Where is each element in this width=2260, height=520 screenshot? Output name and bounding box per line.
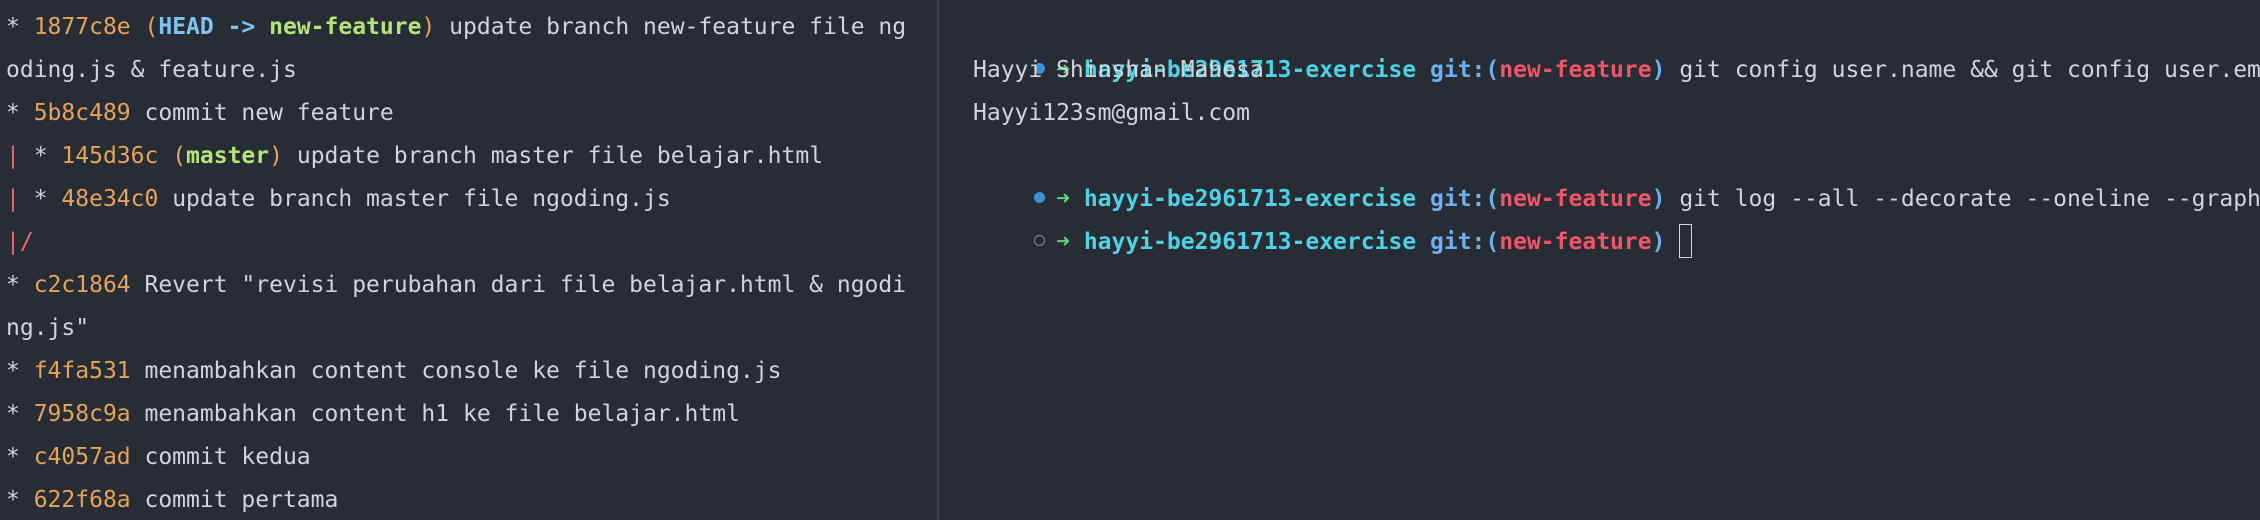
graph-symbol: * <box>6 487 34 513</box>
commit-hash: 5b8c489 <box>33 100 131 126</box>
commit-message: update branch new-feature file ng <box>435 14 907 40</box>
log-line: | * 145d36c (master) update branch maste… <box>6 135 937 178</box>
commit-hash: 1877c8e <box>33 14 131 40</box>
graph-symbol: * <box>6 444 34 470</box>
log-line: * 622f68a commit pertama <box>6 479 937 520</box>
log-line: * c2c1864 Revert "revisi perubahan dari … <box>6 264 937 307</box>
log-line: | * 48e34c0 update branch master file ng… <box>6 178 937 221</box>
text-cursor <box>1679 223 1693 258</box>
commit-hash: f4fa531 <box>33 358 131 384</box>
commit-message-cont: oding.js & feature.js <box>6 57 297 83</box>
log-line: oding.js & feature.js <box>6 49 937 92</box>
graph-symbol: * <box>6 100 34 126</box>
left-pane-git-log[interactable]: * 1877c8e (HEAD -> new-feature) update b… <box>0 0 937 520</box>
commit-hash: 7958c9a <box>33 401 131 427</box>
graph-symbol: * <box>6 401 34 427</box>
ref-paren: ( <box>158 143 187 169</box>
commit-message: update branch master file ngoding.js <box>158 186 671 212</box>
commit-message: menambahkan content h1 ke file belajar.h… <box>130 401 740 427</box>
prompt-git-branch: new-feature <box>1499 229 1652 255</box>
ref-paren: ) <box>269 143 283 169</box>
command-status-marker <box>1022 221 1056 264</box>
graph-merge: |/ <box>6 229 34 255</box>
prompt-arrow-icon: ➜ <box>1056 229 1070 255</box>
commit-message-cont: ng.js" <box>6 315 90 341</box>
output-text: Hayyi123sm@gmail.com <box>973 100 1250 126</box>
branch-ref: master <box>186 143 270 169</box>
output-text: Hayyi Shinshan Mahesa <box>973 57 1264 83</box>
log-line: * f4fa531 menambahkan content console ke… <box>6 350 937 393</box>
commit-message: menambahkan content console ke file ngod… <box>130 358 782 384</box>
terminal-window: * 1877c8e (HEAD -> new-feature) update b… <box>0 0 2260 520</box>
graph-symbol: * <box>6 14 34 40</box>
ref-paren: ) <box>421 14 436 40</box>
prompt-git-close: ) <box>1651 229 1666 255</box>
commit-message: commit pertama <box>130 487 339 513</box>
graph-symbol: * <box>19 186 62 212</box>
commit-hash: c2c1864 <box>33 272 131 298</box>
log-line: * 1877c8e (HEAD -> new-feature) update b… <box>6 6 937 49</box>
commit-hash: 145d36c <box>61 143 159 169</box>
output-line: Hayyi Shinshan Mahesa <box>939 49 2260 92</box>
commit-hash: c4057ad <box>33 444 131 470</box>
prompt-directory: hayyi-be2961713-exercise <box>1083 229 1417 255</box>
graph-symbol: * <box>6 358 34 384</box>
log-line: ng.js" <box>6 307 937 350</box>
commit-hash: 622f68a <box>33 487 131 513</box>
graph-symbol: * <box>6 272 34 298</box>
graph-symbol: * <box>19 143 62 169</box>
graph-bar: | <box>6 186 20 212</box>
graph-bar: | <box>6 143 20 169</box>
log-line: * 5b8c489 commit new feature <box>6 92 937 135</box>
pending-circle-icon <box>1033 235 1045 246</box>
log-line: |/ <box>6 221 937 264</box>
commit-message: commit kedua <box>130 444 311 470</box>
right-pane-shell[interactable]: ➜ hayyi-be2961713-exercise git:(new-feat… <box>939 0 2260 520</box>
commit-hash: 48e34c0 <box>61 186 159 212</box>
commit-message: Revert "revisi perubahan dari file belaj… <box>130 272 907 298</box>
prompt-line: ➜ hayyi-be2961713-exercise git:(new-feat… <box>939 6 2260 83</box>
ref-paren: ( <box>130 14 159 40</box>
prompt-line: ➜ hayyi-be2961713-exercise git:(new-feat… <box>939 135 2260 212</box>
branch-ref: new-feature <box>269 14 422 40</box>
commit-message: commit new feature <box>130 100 394 126</box>
prompt-git-label: git:( <box>1430 229 1500 255</box>
output-line: Hayyi123sm@gmail.com <box>939 92 2260 135</box>
log-line: * c4057ad commit kedua <box>6 436 937 479</box>
prompt-line-active[interactable]: ➜ hayyi-be2961713-exercise git:(new-feat… <box>939 178 2260 258</box>
log-line: * 7958c9a menambahkan content h1 ke file… <box>6 393 937 436</box>
head-ref: HEAD -> <box>158 14 270 40</box>
commit-message: update branch master file belajar.html <box>283 143 824 169</box>
